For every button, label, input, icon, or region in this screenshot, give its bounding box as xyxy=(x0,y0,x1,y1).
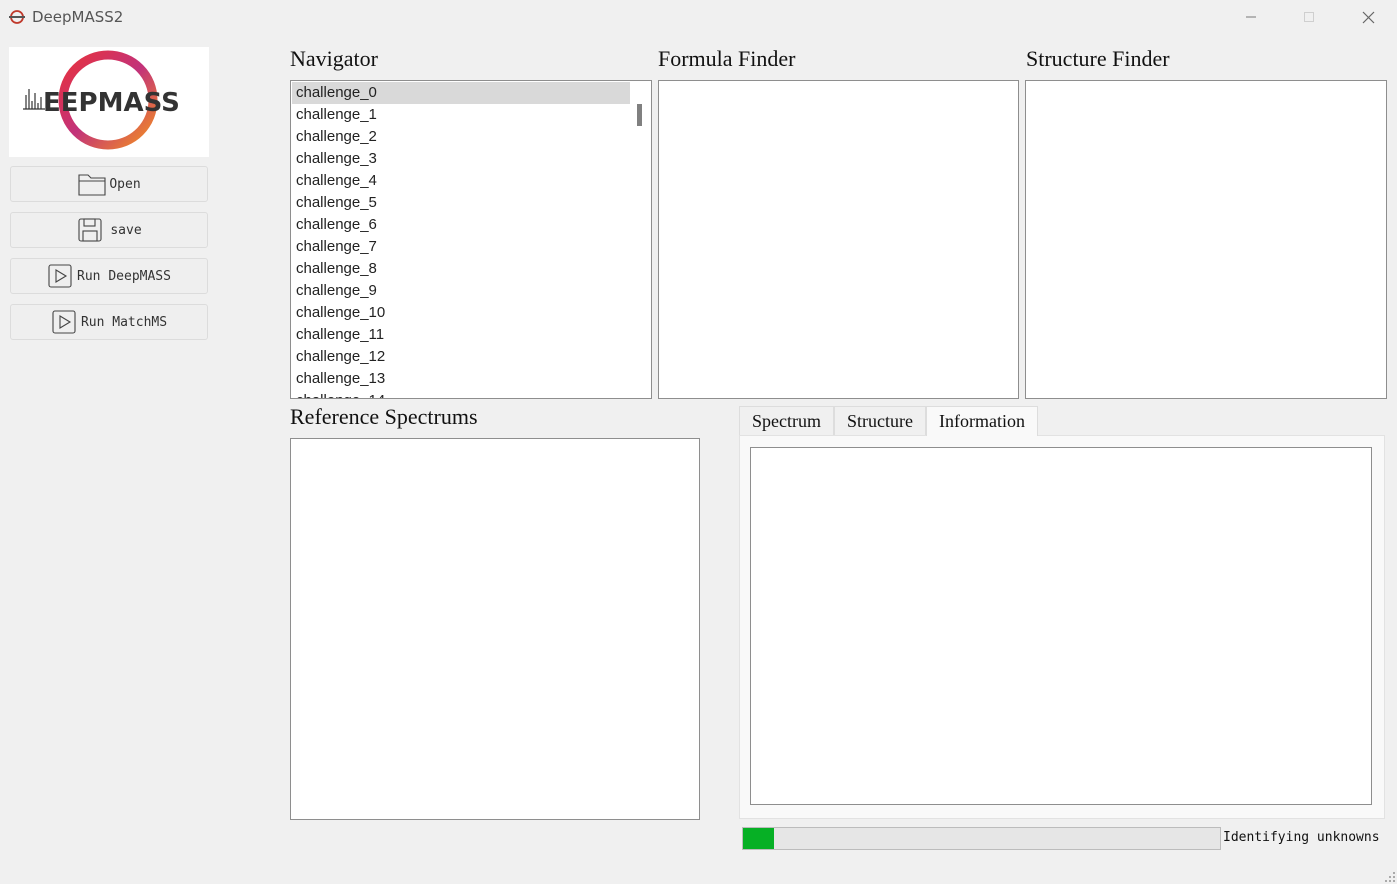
navigator-item[interactable]: challenge_0 xyxy=(292,82,630,104)
navigator-item[interactable]: challenge_11 xyxy=(292,324,630,346)
navigator-item[interactable]: challenge_8 xyxy=(292,258,630,280)
tab-information[interactable]: Information xyxy=(925,406,1038,436)
save-label: save xyxy=(110,222,142,238)
open-button[interactable]: Open xyxy=(10,166,208,202)
result-tabs: Spectrum Structure Information xyxy=(739,406,1038,436)
navigator-item[interactable]: challenge_4 xyxy=(292,170,630,192)
run-matchms-label: Run MatchMS xyxy=(80,314,168,330)
navigator-list[interactable]: challenge_0 challenge_1 challenge_2 challen… xyxy=(290,80,652,399)
deepmass-app-icon xyxy=(9,10,25,24)
progress-fill xyxy=(743,828,774,849)
status-text: Identifying unknowns xyxy=(1223,830,1380,845)
play-icon xyxy=(48,264,72,288)
run-deepmass-label: Run DeepMASS xyxy=(77,268,171,284)
maximize-button[interactable] xyxy=(1286,0,1332,34)
folder-icon xyxy=(78,174,106,196)
close-icon xyxy=(1362,11,1374,23)
information-text-area[interactable] xyxy=(750,447,1372,805)
structure-finder-panel[interactable] xyxy=(1025,80,1387,399)
navigator-item[interactable]: challenge_5 xyxy=(292,192,630,214)
navigator-scrollbar[interactable] xyxy=(630,82,650,398)
window-title: DeepMASS2 xyxy=(32,8,124,26)
run-matchms-button[interactable]: Run MatchMS xyxy=(10,304,208,340)
reference-spectrums-title: Reference Spectrums xyxy=(290,404,478,429)
tab-spectrum[interactable]: Spectrum xyxy=(739,406,834,435)
navigator-items: challenge_0 challenge_1 challenge_2 challen… xyxy=(292,82,630,398)
navigator-item[interactable]: challenge_1 xyxy=(292,104,630,126)
formula-finder-panel[interactable] xyxy=(658,80,1019,399)
progress-bar xyxy=(742,827,1221,850)
save-icon xyxy=(78,218,102,242)
logo-text: EEPMASS xyxy=(43,88,180,118)
tab-structure[interactable]: Structure xyxy=(834,406,926,435)
play-icon xyxy=(52,310,76,334)
navigator-item[interactable]: challenge_3 xyxy=(292,148,630,170)
navigator-item[interactable]: challenge_7 xyxy=(292,236,630,258)
open-label: Open xyxy=(109,176,141,192)
minimize-icon xyxy=(1246,16,1256,18)
save-button[interactable]: save xyxy=(10,212,208,248)
navigator-item[interactable]: challenge_14 xyxy=(292,390,630,398)
run-deepmass-button[interactable]: Run DeepMASS xyxy=(10,258,208,294)
navigator-item[interactable]: challenge_10 xyxy=(292,302,630,324)
navigator-item[interactable]: challenge_9 xyxy=(292,280,630,302)
minimize-button[interactable] xyxy=(1228,0,1274,34)
navigator-item[interactable]: challenge_12 xyxy=(292,346,630,368)
maximize-icon xyxy=(1304,12,1314,22)
resize-grip-icon[interactable] xyxy=(1384,871,1396,883)
close-button[interactable] xyxy=(1345,0,1391,34)
navigator-item[interactable]: challenge_6 xyxy=(292,214,630,236)
navigator-title: Navigator xyxy=(290,46,378,71)
title-bar: DeepMASS2 xyxy=(0,0,1397,34)
navigator-item[interactable]: challenge_2 xyxy=(292,126,630,148)
structure-finder-title: Structure Finder xyxy=(1026,46,1170,71)
deepmass-logo: EEPMASS xyxy=(9,47,209,157)
navigator-item[interactable]: challenge_13 xyxy=(292,368,630,390)
reference-spectrums-panel[interactable] xyxy=(290,438,700,820)
formula-finder-title: Formula Finder xyxy=(658,46,796,71)
scrollbar-thumb[interactable] xyxy=(637,104,642,126)
